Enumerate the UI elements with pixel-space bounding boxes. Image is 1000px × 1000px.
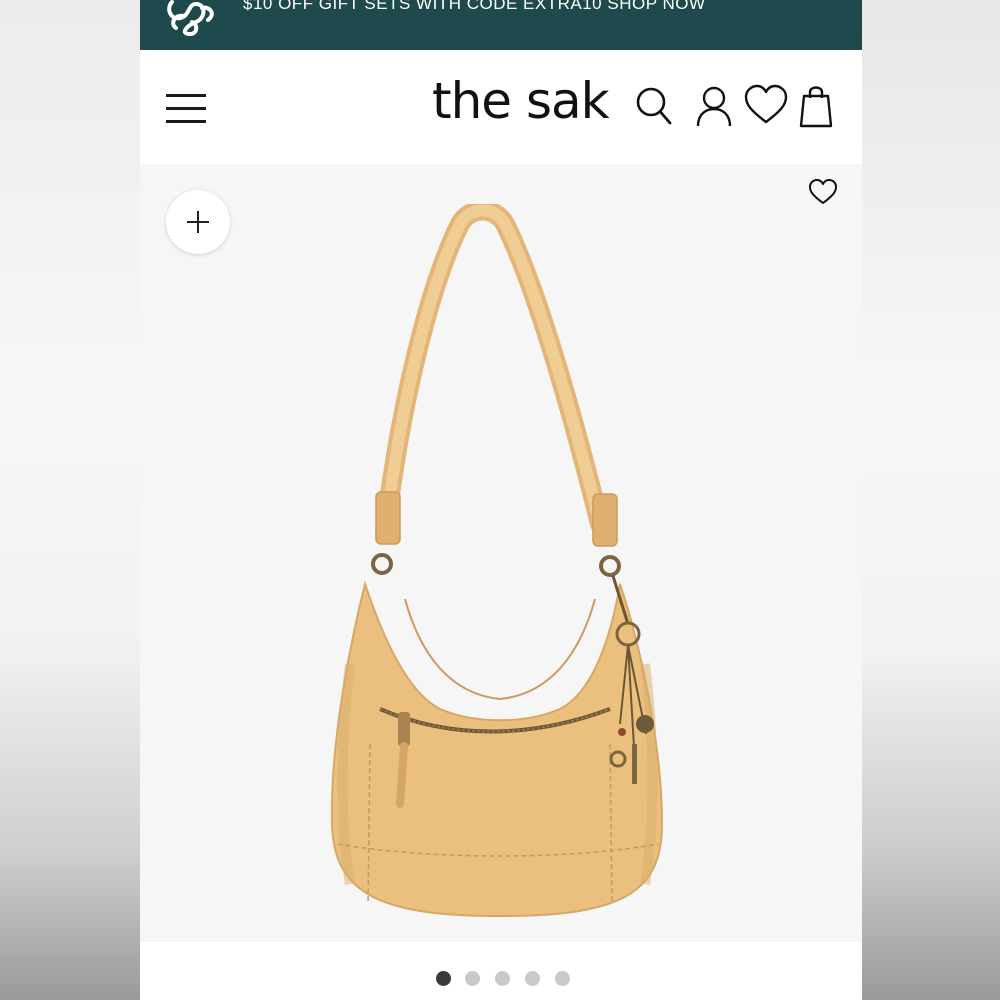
plus-icon <box>187 211 209 233</box>
left-backdrop <box>0 0 140 1000</box>
carousel-dot[interactable] <box>495 971 510 986</box>
promo-banner[interactable]: $10 OFF GIFT SETS WITH CODE EXTRA10 SHOP… <box>140 0 862 50</box>
right-backdrop <box>862 0 1000 1000</box>
carousel-dot[interactable] <box>436 971 451 986</box>
account-icon[interactable] <box>694 84 734 128</box>
mobile-page: $10 OFF GIFT SETS WITH CODE EXTRA10 SHOP… <box>140 0 862 1000</box>
image-carousel-dots <box>140 942 862 1000</box>
search-icon[interactable] <box>634 84 674 128</box>
menu-icon[interactable] <box>162 90 208 128</box>
heart-icon[interactable] <box>808 178 838 206</box>
carousel-dot[interactable] <box>525 971 540 986</box>
zoom-button[interactable] <box>166 190 230 254</box>
carousel-dot[interactable] <box>465 971 480 986</box>
brand-knot-logo-icon <box>167 0 214 37</box>
carousel-dot[interactable] <box>555 971 570 986</box>
product-image-gallery[interactable] <box>140 164 862 942</box>
wishlist-icon[interactable] <box>744 84 788 128</box>
promo-text[interactable]: $10 OFF GIFT SETS WITH CODE EXTRA10 SHOP… <box>243 0 706 14</box>
product-image <box>330 204 664 918</box>
shopping-bag-icon[interactable] <box>796 84 836 128</box>
site-header: the sak <box>140 50 862 164</box>
brand-logo[interactable]: the sak <box>432 72 610 130</box>
